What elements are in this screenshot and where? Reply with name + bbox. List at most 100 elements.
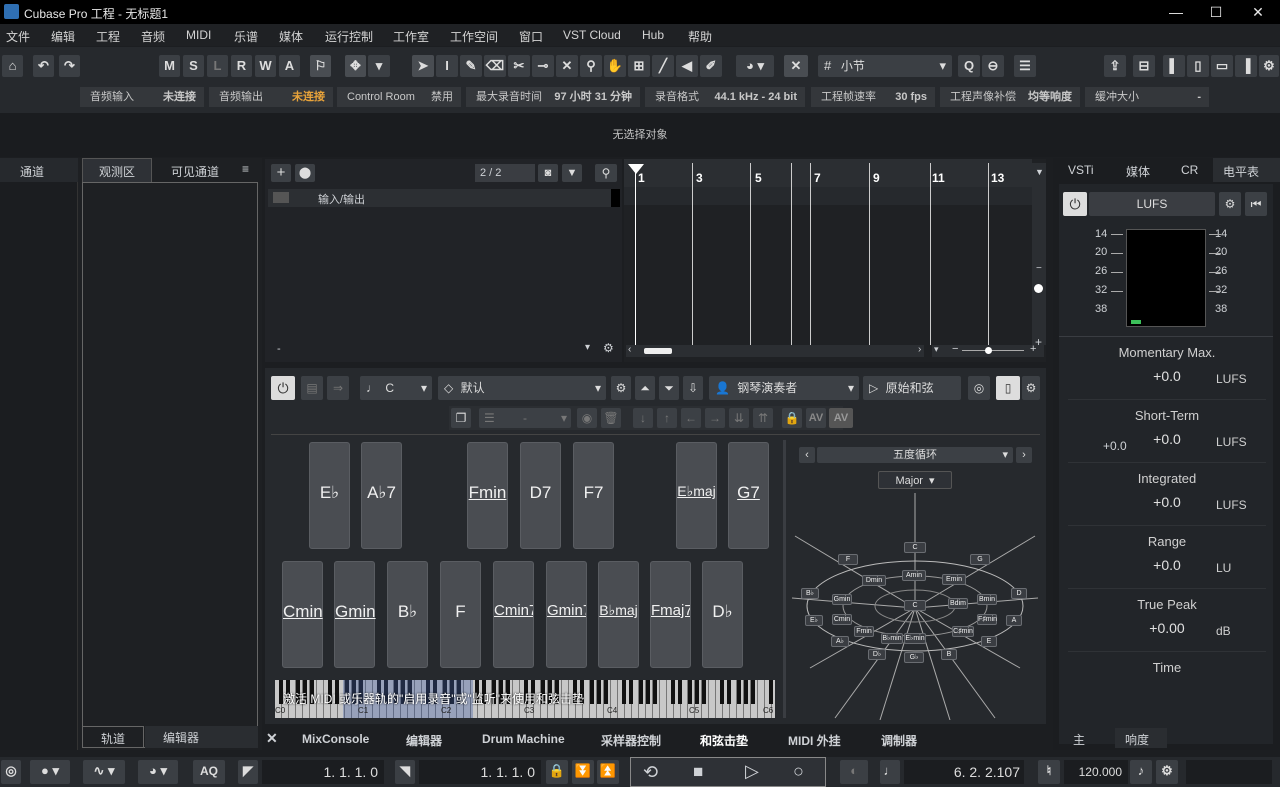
menu-studio[interactable]: 工作室 bbox=[393, 28, 429, 45]
stop-icon[interactable]: ■ bbox=[693, 762, 703, 782]
monitor-icon[interactable]: ◎ bbox=[968, 376, 990, 400]
move-down-icon[interactable]: ⏷ bbox=[659, 376, 679, 400]
record-state-icon[interactable]: ◐ bbox=[840, 760, 868, 784]
import-icon[interactable]: ⇩ bbox=[683, 376, 703, 400]
hand-tool-icon[interactable]: ✋ bbox=[604, 55, 626, 77]
circle-node[interactable]: D bbox=[1011, 588, 1027, 599]
circle-node[interactable]: C♯min bbox=[952, 626, 974, 637]
marker-field[interactable] bbox=[1186, 760, 1272, 784]
zoom-handle[interactable] bbox=[985, 347, 992, 354]
arrow-right-icon[interactable]: ⇒ bbox=[327, 376, 349, 400]
menu-midi[interactable]: MIDI bbox=[186, 28, 211, 42]
inspector-icon[interactable]: ▯ bbox=[1187, 55, 1209, 77]
layout-icon[interactable]: ▯ bbox=[996, 376, 1020, 400]
waveform-icon[interactable]: ∿ ▾ bbox=[83, 760, 125, 784]
circle-node[interactable]: D♭ bbox=[868, 649, 886, 660]
auto-voicing-icon[interactable]: AV bbox=[829, 408, 853, 428]
tempo-field[interactable]: 120.000 bbox=[1064, 760, 1128, 784]
right-locator-icon[interactable]: ◥ bbox=[395, 760, 415, 784]
circle-node[interactable]: A♭ bbox=[831, 636, 849, 647]
tab-editor[interactable]: 编辑器 bbox=[406, 732, 442, 749]
quantize-settings-icon[interactable]: ⊖ bbox=[982, 55, 1004, 77]
arrow-down-icon[interactable]: ↓ bbox=[633, 408, 653, 428]
preset-select[interactable]: ◇ 默认 ▾ bbox=[438, 376, 606, 400]
circle-node[interactable]: Bmin bbox=[977, 594, 997, 605]
listen-button[interactable]: L bbox=[207, 55, 228, 77]
horizontal-scrollbar[interactable]: ‹ › bbox=[626, 344, 924, 357]
range-tool-icon[interactable]: I bbox=[436, 55, 458, 77]
tab-visible-channels[interactable]: 可见通道 ≡ bbox=[153, 158, 258, 182]
automation-button[interactable]: A bbox=[279, 55, 300, 77]
tab-mixconsole[interactable]: MixConsole bbox=[302, 732, 369, 746]
pointer-tool-icon[interactable]: ➤ bbox=[412, 55, 434, 77]
lower-zone-icon[interactable]: ▭ bbox=[1211, 55, 1233, 77]
color-tool-icon[interactable]: ✐ bbox=[700, 55, 722, 77]
search-icon[interactable]: ⚲ bbox=[595, 164, 617, 182]
menu-edit[interactable]: 编辑 bbox=[51, 28, 75, 45]
circle-node[interactable]: E♭ bbox=[805, 615, 823, 626]
record-mode-icon[interactable]: ◎ bbox=[1, 760, 21, 784]
status-max-record[interactable]: 最大录音时间 97 小时 31 分钟 bbox=[466, 87, 640, 107]
zoom-handle[interactable] bbox=[1034, 284, 1043, 293]
mute-button[interactable]: M bbox=[159, 55, 180, 77]
tab-vsti[interactable]: VSTi bbox=[1068, 163, 1094, 177]
chevron-left-icon[interactable]: ‹ bbox=[799, 447, 815, 463]
randomize-icon[interactable]: ◉ bbox=[577, 408, 597, 428]
adaptive-voicing-icon[interactable]: AV bbox=[806, 408, 826, 428]
minimize-button[interactable]: — bbox=[1156, 0, 1196, 24]
nudge-icon[interactable]: ◕ ▾ bbox=[736, 55, 774, 77]
circle-node[interactable]: G bbox=[970, 554, 990, 565]
circle-node[interactable]: G♭ bbox=[904, 652, 924, 663]
copy-icon[interactable]: ❐ bbox=[451, 408, 471, 428]
right-locator-field[interactable]: 1. 1. 1. 0 bbox=[419, 760, 541, 784]
track-row[interactable]: 输入/输出 bbox=[268, 189, 620, 207]
menu-window[interactable]: 窗口 bbox=[519, 28, 543, 45]
arrow-left-icon[interactable]: ← bbox=[681, 408, 701, 428]
autoscroll-icon[interactable]: ⚐ bbox=[310, 55, 331, 77]
menu-media[interactable]: 媒体 bbox=[279, 28, 303, 45]
voicing-down-icon[interactable]: ⇊ bbox=[729, 408, 749, 428]
tab-loudness[interactable]: 响度 bbox=[1115, 728, 1167, 748]
chord-pad[interactable]: A♭7 bbox=[361, 442, 402, 549]
scroll-thumb[interactable] bbox=[644, 348, 672, 354]
chord-pad[interactable]: F7 bbox=[573, 442, 614, 549]
ruler[interactable] bbox=[624, 159, 1032, 187]
gear-icon[interactable]: ⚙ bbox=[1156, 760, 1178, 784]
chord-pad[interactable]: Gmin7 bbox=[546, 561, 587, 668]
snap-toggle-icon[interactable]: ✕ bbox=[784, 55, 808, 77]
splitter[interactable] bbox=[783, 440, 786, 718]
tab-meter[interactable]: 电平表 bbox=[1213, 158, 1280, 182]
read-button[interactable]: R bbox=[231, 55, 252, 77]
chord-pad[interactable]: D7 bbox=[520, 442, 561, 549]
punch-icon[interactable]: ● ▾ bbox=[30, 760, 70, 784]
tab-chord-pads[interactable]: 和弦击垫 bbox=[700, 732, 748, 749]
tab-cr[interactable]: CR bbox=[1181, 163, 1198, 177]
gear-icon[interactable]: ⚙ bbox=[611, 376, 631, 400]
add-track-button[interactable]: + bbox=[271, 164, 291, 182]
scale-select[interactable]: Major ▾ bbox=[878, 471, 952, 489]
metronome-icon[interactable]: ◕ ▾ bbox=[138, 760, 178, 784]
circle-node[interactable]: B bbox=[941, 649, 957, 660]
circle-node[interactable]: Gmin bbox=[832, 594, 852, 605]
tab-sampler-control[interactable]: 采样器控制 bbox=[601, 732, 661, 749]
trash-icon[interactable]: 🗑 bbox=[601, 408, 621, 428]
chord-pad[interactable]: B♭maj bbox=[598, 561, 639, 668]
note-icon[interactable]: ♩ bbox=[880, 760, 900, 784]
status-frame-rate[interactable]: 工程帧速率 30 fps bbox=[811, 87, 935, 107]
circle-node[interactable]: E♭min bbox=[904, 633, 926, 644]
glue-tool-icon[interactable]: ⊸ bbox=[532, 55, 554, 77]
write-button[interactable]: W bbox=[255, 55, 276, 77]
pads-grid-icon[interactable]: ▤ bbox=[301, 376, 323, 400]
vertical-zoom-bar[interactable]: ▼ − + bbox=[1032, 163, 1046, 349]
horizontal-zoom[interactable]: ▾ − + bbox=[932, 343, 1044, 357]
right-zone-icon[interactable]: ▐ bbox=[1235, 55, 1257, 77]
chord-pad[interactable]: E♭maj bbox=[676, 442, 717, 549]
split-tool-icon[interactable]: ✂ bbox=[508, 55, 530, 77]
chord-pad[interactable]: Cmin7 bbox=[493, 561, 534, 668]
punch-in-icon[interactable]: ⏬ bbox=[572, 760, 594, 784]
chord-pad[interactable]: Cmin bbox=[282, 561, 323, 668]
position-field[interactable]: 6. 2. 2.107 bbox=[904, 760, 1024, 784]
key-select[interactable]: ♩ C ▾ bbox=[360, 376, 432, 400]
speaker-tool-icon[interactable]: ◀ bbox=[676, 55, 698, 77]
home-icon[interactable]: ⌂ bbox=[2, 55, 23, 77]
